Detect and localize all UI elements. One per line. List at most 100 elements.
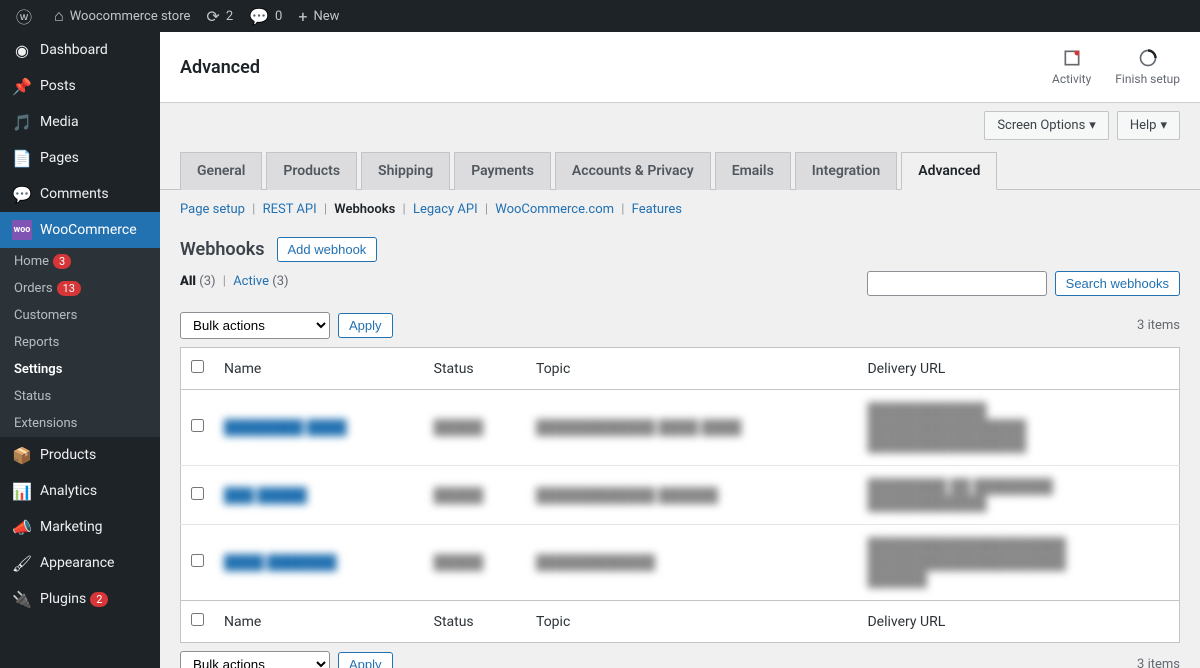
submenu-home[interactable]: Home3	[0, 248, 160, 275]
menu-media[interactable]: 🎵 Media	[0, 104, 160, 140]
filter-all[interactable]: All (3)	[180, 274, 216, 289]
menu-posts[interactable]: 📌Posts	[0, 68, 160, 104]
bulk-actions-select-bottom[interactable]: Bulk actions	[180, 651, 330, 668]
pages-icon: 📄	[12, 148, 32, 168]
search-webhooks-button[interactable]: Search webhooks	[1055, 271, 1180, 296]
webhook-name[interactable]: ████████ ████	[224, 420, 347, 436]
table-row: ████ ███████ █████ ████████████ ████████…	[181, 525, 1180, 601]
menu-analytics[interactable]: 📊Analytics	[0, 473, 160, 509]
media-icon: 🎵	[12, 112, 32, 132]
subtab-features[interactable]: Features	[632, 202, 682, 217]
tab-integration[interactable]: Integration	[795, 152, 897, 190]
select-all-bottom[interactable]	[191, 613, 204, 626]
submenu-extensions[interactable]: Extensions	[0, 410, 160, 437]
tab-payments[interactable]: Payments	[454, 152, 551, 190]
table-row: ███ █████ █████ ████████████ ██████ ████…	[181, 466, 1180, 525]
webhook-name[interactable]: ████ ███████	[224, 555, 337, 571]
menu-label: WooCommerce	[40, 222, 137, 238]
row-checkbox[interactable]	[191, 554, 204, 567]
filter-active[interactable]: Active (3)	[233, 274, 288, 289]
menu-label: Appearance	[40, 555, 114, 571]
webhook-status: █████	[434, 555, 484, 571]
chevron-down-icon: ▾	[1160, 118, 1167, 133]
col-topic[interactable]: Topic	[526, 348, 857, 390]
menu-label: Analytics	[40, 483, 97, 499]
site-name[interactable]: ⌂Woocommerce store	[46, 0, 198, 32]
finish-setup-button[interactable]: Finish setup	[1115, 48, 1180, 86]
tab-advanced[interactable]: Advanced	[901, 152, 997, 190]
subtab-webhooks[interactable]: Webhooks	[334, 202, 395, 217]
subtab-page-setup[interactable]: Page setup	[180, 202, 245, 217]
section-title: Webhooks	[180, 239, 265, 260]
home-icon: ⌂	[54, 6, 64, 26]
main-content: Advanced Activity Finish setup Screen Op…	[160, 32, 1200, 668]
menu-dashboard[interactable]: ◉Dashboard	[0, 32, 160, 68]
bulk-actions-select-top[interactable]: Bulk actions	[180, 312, 330, 339]
menu-pages[interactable]: 📄Pages	[0, 140, 160, 176]
tab-general[interactable]: General	[180, 152, 262, 190]
row-checkbox[interactable]	[191, 419, 204, 432]
menu-comments[interactable]: 💬Comments	[0, 176, 160, 212]
menu-appearance[interactable]: 🖌Appearance	[0, 545, 160, 581]
badge: 13	[57, 281, 81, 296]
webhook-delivery: ████████████████████ ███████████████████…	[867, 538, 1065, 588]
webhook-name[interactable]: ███ █████	[224, 488, 307, 504]
webhook-status: █████	[434, 488, 484, 504]
webhook-delivery: ████████ ██ ████████ ████████████	[867, 479, 1053, 512]
advanced-subtabs: Page setup | REST API | Webhooks | Legac…	[160, 190, 1200, 229]
menu-label: Marketing	[40, 519, 103, 535]
col-name[interactable]: Name	[214, 348, 424, 390]
col-status[interactable]: Status	[424, 348, 526, 390]
wp-logo[interactable]: ⓦ	[8, 0, 46, 32]
new-content[interactable]: +New	[290, 0, 347, 32]
inbox-icon	[1062, 48, 1082, 68]
search-input[interactable]	[867, 271, 1047, 296]
refresh-icon: ⟳	[206, 7, 219, 26]
menu-products[interactable]: 📦Products	[0, 437, 160, 473]
admin-sidebar: ◉Dashboard📌Posts🎵Media📄Pages💬Commentswoo…	[0, 32, 160, 668]
screen-options-button[interactable]: Screen Options ▾	[984, 111, 1109, 140]
submenu-settings[interactable]: Settings	[0, 356, 160, 383]
tab-shipping[interactable]: Shipping	[361, 152, 450, 190]
comments-count: 0	[275, 9, 282, 24]
webhook-status: █████	[434, 420, 484, 436]
menu-plugins[interactable]: 🔌Plugins2	[0, 581, 160, 617]
subtab-woocommerce-com[interactable]: WooCommerce.com	[495, 202, 614, 217]
tab-emails[interactable]: Emails	[715, 152, 791, 190]
badge: 2	[90, 592, 108, 607]
plug-icon: 🔌	[12, 589, 32, 609]
submenu-customers[interactable]: Customers	[0, 302, 160, 329]
add-webhook-button[interactable]: Add webhook	[277, 237, 378, 262]
subtab-rest-api[interactable]: REST API	[263, 202, 317, 217]
badge: 3	[53, 254, 71, 269]
woo-icon: woo	[12, 220, 32, 240]
menu-label: Media	[40, 114, 79, 130]
webhooks-table: Name Status Topic Delivery URL ████████ …	[180, 347, 1180, 643]
updates[interactable]: ⟳2	[198, 0, 241, 32]
submenu-status[interactable]: Status	[0, 383, 160, 410]
items-count-bottom: 3 items	[1137, 657, 1180, 668]
tab-products[interactable]: Products	[266, 152, 357, 190]
apply-button-top[interactable]: Apply	[338, 313, 393, 338]
submenu-orders[interactable]: Orders13	[0, 275, 160, 302]
webhook-topic: ████████████ ██████	[536, 488, 718, 504]
progress-icon	[1138, 48, 1158, 68]
row-checkbox[interactable]	[191, 487, 204, 500]
apply-button-bottom[interactable]: Apply	[338, 652, 393, 668]
webhook-topic: ████████████	[536, 555, 655, 571]
select-all-top[interactable]	[191, 360, 204, 373]
page-header: Advanced Activity Finish setup	[160, 32, 1200, 103]
page-title: Advanced	[180, 57, 260, 78]
menu-label: Posts	[40, 78, 76, 94]
wordpress-icon: ⓦ	[16, 4, 32, 28]
menu-woocommerce[interactable]: woo WooCommerce	[0, 212, 160, 248]
comments[interactable]: 💬0	[241, 0, 290, 32]
comment-icon: 💬	[249, 7, 269, 26]
submenu-reports[interactable]: Reports	[0, 329, 160, 356]
subtab-legacy-api[interactable]: Legacy API	[413, 202, 478, 217]
help-button[interactable]: Help ▾	[1117, 111, 1180, 140]
menu-marketing[interactable]: 📣Marketing	[0, 509, 160, 545]
tab-accounts-privacy[interactable]: Accounts & Privacy	[555, 152, 711, 190]
col-delivery[interactable]: Delivery URL	[857, 348, 1179, 390]
activity-button[interactable]: Activity	[1052, 48, 1091, 86]
